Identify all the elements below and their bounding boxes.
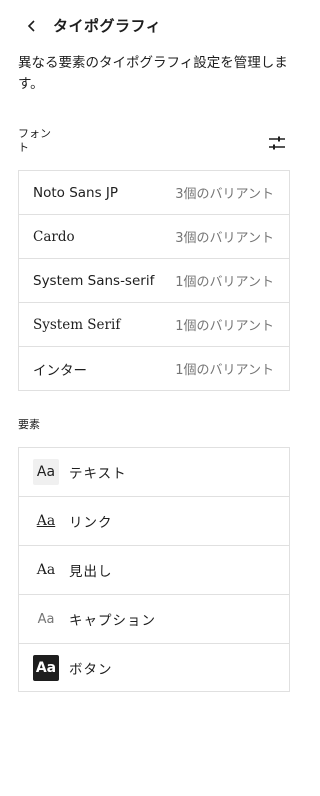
font-variants: 1個のバリアント: [175, 363, 274, 378]
font-name: Cardo: [33, 228, 75, 245]
element-label: ボタン: [69, 661, 113, 678]
description: 異なる要素のタイポグラフィ設定を管理します。: [18, 55, 288, 92]
element-item-heading[interactable]: Aa 見出し: [19, 546, 289, 595]
element-item-link[interactable]: Aa リンク: [19, 497, 289, 546]
text-preview: Aa: [33, 459, 59, 485]
font-variants: 3個のバリアント: [175, 231, 274, 246]
element-label: リンク: [69, 515, 113, 531]
element-label: キャプション: [69, 613, 156, 629]
element-item-button[interactable]: Aa ボタン: [19, 644, 289, 691]
back-button[interactable]: [20, 14, 44, 38]
sliders-icon: [269, 136, 285, 150]
font-item-system-serif[interactable]: System Serif 1個のバリアント: [19, 303, 289, 347]
elements-section-label: 要素: [18, 418, 40, 431]
element-list: Aa テキスト Aa リンク Aa 見出し Aa キャプション Aa ボタン: [18, 447, 290, 692]
element-label: テキスト: [69, 466, 127, 482]
font-item-inter[interactable]: インター 1個のバリアント: [19, 347, 289, 390]
font-filter-button[interactable]: [266, 132, 288, 154]
caption-preview: Aa: [37, 611, 55, 627]
chevron-left-icon: [27, 20, 35, 32]
fonts-section-label: フォント: [18, 127, 51, 154]
font-name: Noto Sans JP: [33, 184, 119, 201]
button-preview: Aa: [33, 654, 59, 681]
font-name: System Sans-serif: [33, 272, 155, 289]
font-name: System Serif: [33, 316, 121, 333]
page-title: タイポグラフィ: [53, 17, 162, 35]
font-item-cardo[interactable]: Cardo 3個のバリアント: [19, 215, 289, 259]
font-item-noto-sans-jp[interactable]: Noto Sans JP 3個のバリアント: [19, 171, 289, 215]
heading-preview: Aa: [36, 562, 56, 578]
font-variants: 1個のバリアント: [175, 319, 274, 334]
element-item-text[interactable]: Aa テキスト: [19, 448, 289, 497]
font-list: Noto Sans JP 3個のバリアント Cardo 3個のバリアント Sys…: [18, 170, 290, 391]
font-variants: 3個のバリアント: [175, 187, 274, 202]
font-name: インター: [33, 362, 87, 379]
element-label: 見出し: [69, 564, 113, 580]
element-item-caption[interactable]: Aa キャプション: [19, 595, 289, 644]
font-item-system-sans-serif[interactable]: System Sans-serif 1個のバリアント: [19, 259, 289, 303]
header: タイポグラフィ: [0, 0, 308, 52]
link-preview: Aa: [36, 513, 56, 529]
font-variants: 1個のバリアント: [175, 275, 274, 290]
